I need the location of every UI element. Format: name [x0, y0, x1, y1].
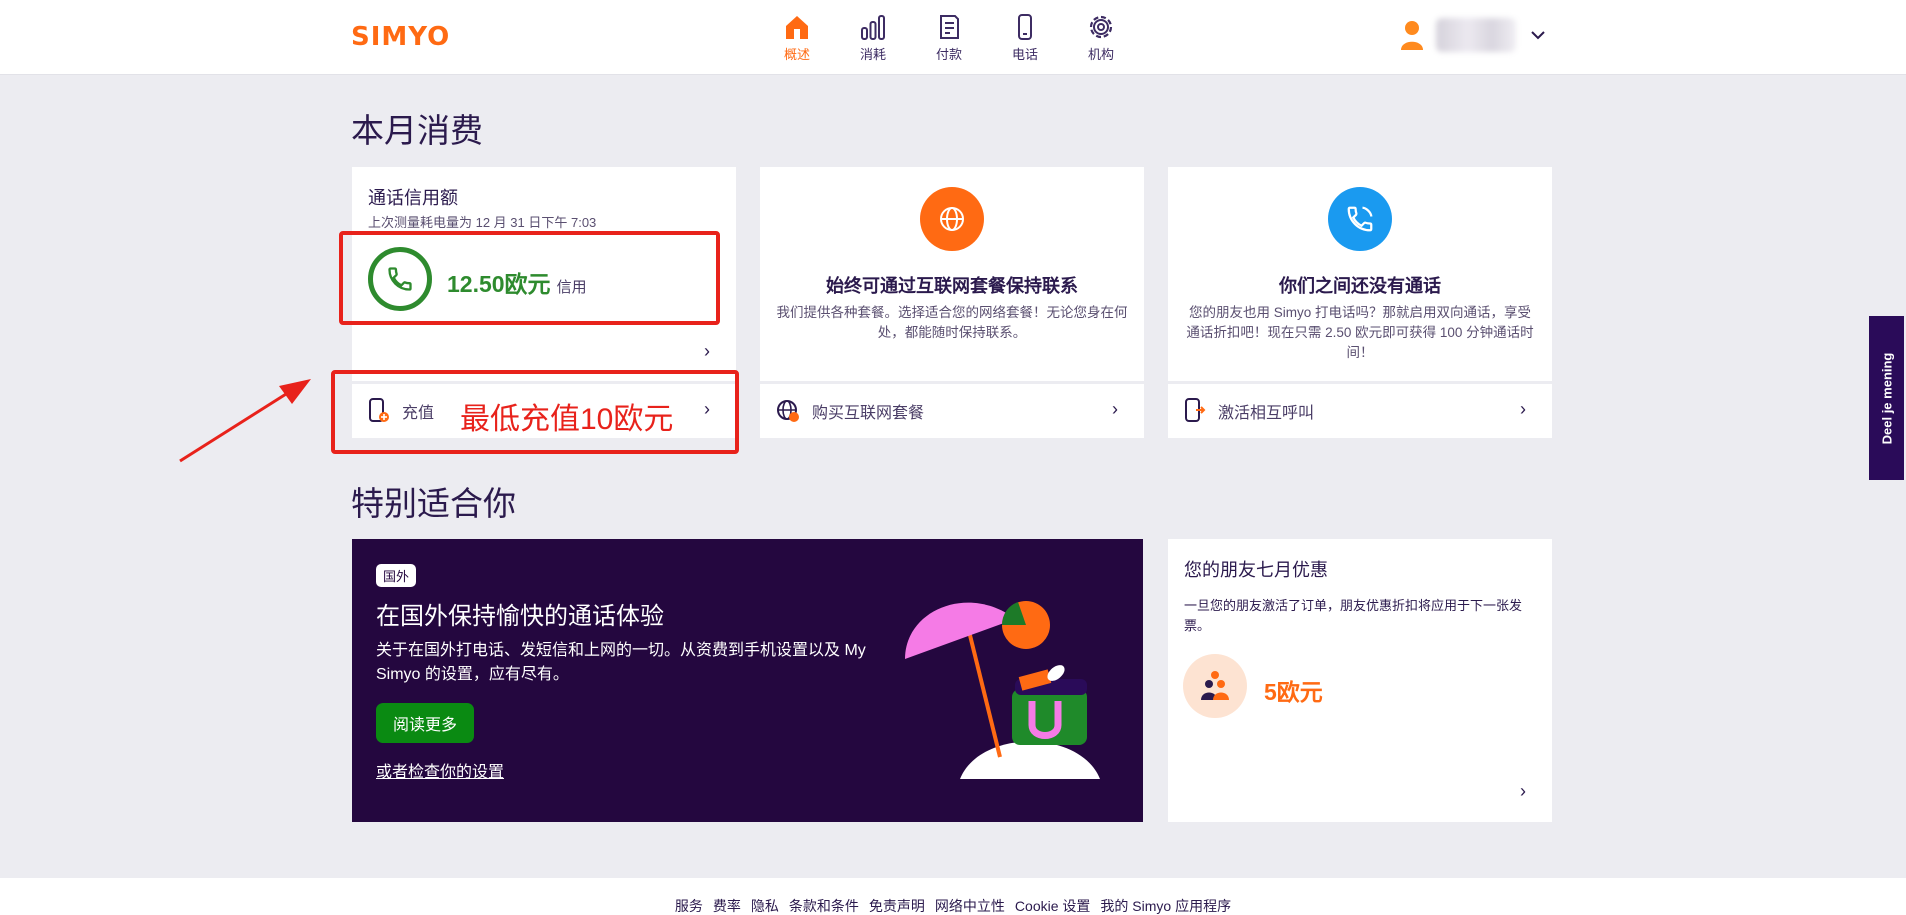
- nav-item-payment[interactable]: 付款: [922, 12, 976, 63]
- abroad-promo-banner: 国外 在国外保持愉快的通话体验 关于在国外打电话、发短信和上网的一切。从资费到手…: [352, 539, 1143, 822]
- friend-title: 您的朋友七月优惠: [1184, 560, 1328, 580]
- activate-mutual-calls-row[interactable]: 激活相互呼叫 ›: [1168, 384, 1552, 438]
- check-settings-link[interactable]: 或者检查你的设置: [376, 758, 504, 782]
- calls-title: 你们之间还没有通话: [1279, 276, 1441, 296]
- credit-title: 通话信用额: [368, 188, 458, 208]
- friend-discount-card[interactable]: 您的朋友七月优惠 一旦您的朋友激活了订单，朋友优惠折扣将应用于下一张发票。 5欧…: [1168, 539, 1552, 822]
- nav-label: 付款: [935, 47, 962, 62]
- friends-circle: [1183, 654, 1247, 718]
- two-way-call-icon: [1347, 206, 1373, 232]
- footer-links: 服务 费率 隐私 条款和条件 免责声明 网络中立性 Cookie 设置 我的 S…: [0, 896, 1906, 915]
- nav-label: 消耗: [859, 47, 886, 62]
- footer-link-privacy[interactable]: 隐私: [751, 896, 779, 915]
- annotation-arrow-icon: [179, 379, 311, 463]
- user-menu[interactable]: [1400, 18, 1546, 52]
- promo-badge: 国外: [376, 564, 417, 587]
- invoice-icon: [940, 15, 959, 39]
- footer: 服务 费率 隐私 条款和条件 免责声明 网络中立性 Cookie 设置 我的 S…: [0, 878, 1906, 915]
- simyo-logo[interactable]: SIMYO: [351, 22, 450, 52]
- beach-illustration-icon: [905, 601, 1100, 779]
- main-nav: 概述 消耗 付款 电话 机构: [770, 12, 1128, 63]
- activate-mutual-calls-label: 激活相互呼叫: [1218, 405, 1315, 422]
- nav-item-overview[interactable]: 概述: [770, 12, 824, 63]
- footer-link-disclaimer[interactable]: 免责声明: [869, 896, 925, 915]
- nav-label: 机构: [1087, 47, 1114, 62]
- friend-amount: 5欧元: [1264, 679, 1323, 705]
- chevron-right-icon[interactable]: ›: [704, 341, 710, 362]
- footer-link-cookie-settings[interactable]: Cookie 设置: [1015, 896, 1090, 915]
- bar-chart-icon: [861, 15, 885, 40]
- globe-icon: [940, 207, 964, 231]
- buy-internet-label: 购买互联网套餐: [812, 405, 925, 422]
- calls-circle: [1328, 187, 1392, 251]
- globe-circle: [920, 187, 984, 251]
- user-avatar-icon: [1401, 21, 1423, 50]
- section-title-for-you: 特别适合你: [351, 485, 516, 522]
- footer-link-rates[interactable]: 费率: [713, 896, 741, 915]
- annotation-box-credit: [339, 231, 720, 325]
- user-name-blurred: [1436, 18, 1516, 52]
- friends-icon: [1201, 671, 1229, 700]
- home-icon: [786, 16, 808, 39]
- globe-plus-icon: [777, 400, 799, 422]
- annotation-box-topup: [331, 370, 739, 454]
- buy-internet-row[interactable]: 购买互联网套餐 ›: [760, 384, 1144, 438]
- footer-link-terms[interactable]: 条款和条件: [789, 896, 859, 915]
- credit-subtitle: 上次测量耗电量为 12 月 31 日下午 7:03: [368, 215, 597, 230]
- phone-arrow-icon: [1185, 398, 1206, 422]
- promo-title: 在国外保持愉快的通话体验: [376, 603, 664, 630]
- internet-text: 我们提供各种套餐。选择适合您的网络套餐！无论您身在何处，都能随时保持联系。: [776, 305, 1128, 340]
- calls-text: 您的朋友也用 Simyo 打电话吗？那就启用双向通话，享受通话折扣吧！现在只需 …: [1186, 305, 1534, 360]
- footer-link-service[interactable]: 服务: [675, 896, 703, 915]
- internet-title: 始终可通过互联网套餐保持联系: [826, 276, 1078, 296]
- nav-item-phone[interactable]: 电话: [998, 12, 1052, 63]
- read-more-button[interactable]: 阅读更多: [376, 703, 475, 743]
- feedback-label: Deel je mening: [1879, 352, 1894, 444]
- footer-link-app[interactable]: 我的 Simyo 应用程序: [1100, 896, 1231, 915]
- chevron-down-icon[interactable]: [1530, 30, 1546, 40]
- gear-icon: [1089, 15, 1113, 39]
- calls-card: 你们之间还没有通话 您的朋友也用 Simyo 打电话吗？那就启用双向通话，享受通…: [1168, 167, 1552, 381]
- phone-device-icon: [1018, 14, 1032, 40]
- friend-text: 一旦您的朋友激活了订单，朋友优惠折扣将应用于下一张发票。: [1184, 598, 1523, 633]
- nav-item-settings[interactable]: 机构: [1074, 12, 1128, 63]
- chevron-right-icon: ›: [1520, 399, 1526, 419]
- chevron-right-icon[interactable]: ›: [1520, 781, 1526, 802]
- nav-label: 电话: [1011, 47, 1038, 62]
- promo-text: 关于在国外打电话、发短信和上网的一切。从资费到手机设置以及 My Simyo 的…: [376, 642, 866, 683]
- page-title: 本月消费: [351, 112, 483, 149]
- footer-link-net-neutrality[interactable]: 网络中立性: [935, 896, 1005, 915]
- nav-label: 概述: [783, 47, 810, 62]
- feedback-tab[interactable]: Deel je mening: [1869, 316, 1904, 480]
- top-header: SIMYO 概述 消耗 付款 电话 机构: [0, 0, 1906, 75]
- internet-card: 始终可通过互联网套餐保持联系 我们提供各种套餐。选择适合您的网络套餐！无论您身在…: [760, 167, 1144, 381]
- chevron-right-icon: ›: [1112, 399, 1118, 419]
- nav-item-usage[interactable]: 消耗: [846, 12, 900, 63]
